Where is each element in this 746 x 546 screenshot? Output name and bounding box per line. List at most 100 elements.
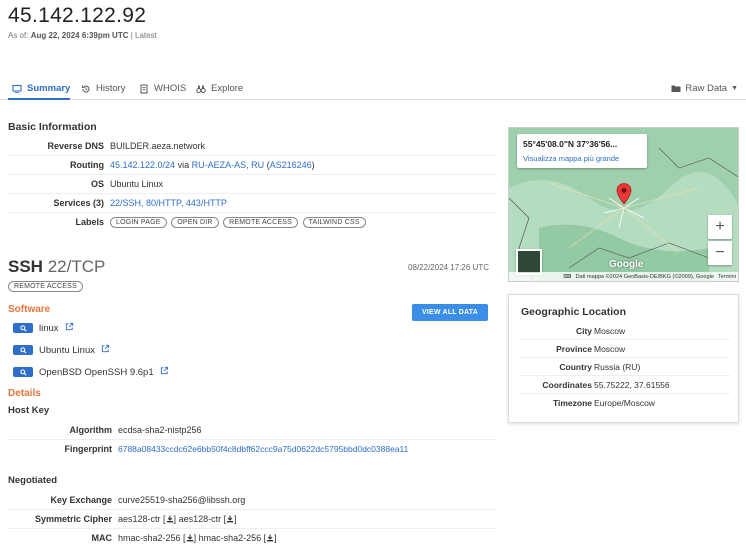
zoom-out-button[interactable]: − bbox=[708, 241, 732, 265]
symmetric-cipher-value: aes128-ctr [] aes128-ctr [] bbox=[118, 514, 237, 524]
view-all-data-button[interactable]: VIEW ALL DATA bbox=[412, 304, 488, 321]
larger-map-link[interactable]: Visualizza mappa più grande bbox=[523, 154, 619, 163]
ssh-service-port: 22/TCP bbox=[47, 257, 106, 276]
fingerprint-link[interactable]: 6788a08433ccdc62e6bb50f4c8dbff62ccc9a75d… bbox=[118, 444, 408, 454]
service-link-http-443[interactable]: 443/HTTP bbox=[186, 198, 227, 208]
binoculars-icon bbox=[196, 85, 206, 93]
tab-summary[interactable]: Summary bbox=[12, 83, 70, 94]
search-button[interactable] bbox=[13, 367, 33, 377]
raw-data-label: Raw Data bbox=[685, 83, 728, 94]
tab-history-label: History bbox=[96, 83, 126, 94]
labels-key: Labels bbox=[75, 217, 104, 227]
software-name: Ubuntu Linux bbox=[39, 344, 95, 356]
mac-value: hmac-sha2-256 [] hmac-sha2-256 [] bbox=[118, 533, 277, 543]
document-icon bbox=[140, 84, 148, 93]
external-link-icon[interactable] bbox=[101, 344, 110, 356]
map-terms-link[interactable]: Termini bbox=[718, 274, 736, 280]
tab-explore[interactable]: Explore bbox=[196, 83, 243, 94]
search-icon bbox=[19, 368, 27, 376]
os-value: Ubuntu Linux bbox=[110, 179, 164, 189]
geo-key: Country bbox=[559, 362, 592, 372]
ssh-tag-remote-access[interactable]: REMOTE ACCESS bbox=[8, 281, 83, 292]
service-link-ssh[interactable]: 22/SSH, bbox=[110, 198, 144, 208]
geo-row-timezone: Timezone Europe/Moscow bbox=[519, 394, 730, 412]
location-map[interactable]: 55°45'08.0"N 37°36'56... Visualizza mapp… bbox=[508, 127, 739, 282]
reverse-dns-value: BUILDER.aeza.network bbox=[110, 141, 206, 151]
ssh-tags: REMOTE ACCESS bbox=[8, 280, 85, 292]
geo-key: City bbox=[575, 326, 592, 336]
tab-bar: Summary History WHOIS Explore Raw Data ▼ bbox=[0, 80, 746, 100]
google-logo: Google bbox=[609, 259, 644, 270]
tab-whois[interactable]: WHOIS bbox=[139, 83, 186, 94]
raw-data-dropdown[interactable]: Raw Data ▼ bbox=[671, 83, 738, 94]
map-attribution-text: Dati mappa ©2024 GeoBasis-DE/BKG (©2009)… bbox=[575, 273, 714, 280]
routing-asn-link[interactable]: AS216246 bbox=[270, 160, 312, 170]
ssh-service-name: SSH bbox=[8, 257, 43, 276]
map-info-card: 55°45'08.0"N 37°36'56... Visualizza mapp… bbox=[517, 134, 647, 168]
geo-key: Timezone bbox=[552, 398, 592, 408]
geo-row-country: Country Russia (RU) bbox=[519, 358, 730, 376]
as-of-line: As of: Aug 22, 2024 6:39pm UTC | Latest bbox=[8, 31, 157, 40]
routing-prefix-link[interactable]: 45.142.122.0/24 bbox=[110, 160, 175, 170]
fingerprint-row: Fingerprint 6788a08433ccdc62e6bb50f4c8db… bbox=[8, 440, 496, 459]
label-tag[interactable]: LOGIN PAGE bbox=[110, 217, 167, 228]
geographic-location-card: Geographic Location City Moscow Province… bbox=[508, 294, 739, 423]
details-heading: Details bbox=[8, 388, 41, 399]
tab-history[interactable]: History bbox=[81, 83, 126, 94]
negotiated-heading: Negotiated bbox=[8, 475, 58, 486]
host-key-heading: Host Key bbox=[8, 405, 50, 416]
caret-down-icon: ▼ bbox=[731, 85, 738, 92]
geo-value: Moscow bbox=[594, 344, 626, 354]
mac-client: hmac-sha2-256 bbox=[118, 533, 181, 543]
label-tag[interactable]: TAILWIND CSS bbox=[302, 217, 366, 228]
software-name: OpenBSD OpenSSH 9.6p1 bbox=[39, 366, 154, 378]
geo-key: Province bbox=[556, 344, 592, 354]
external-link-icon[interactable] bbox=[65, 322, 74, 334]
labels-value: LOGIN PAGE OPEN DIR REMOTE ACCESS TAILWI… bbox=[110, 216, 368, 228]
download-icon[interactable] bbox=[186, 533, 194, 543]
map-pin-icon bbox=[616, 183, 632, 205]
os-key: OS bbox=[90, 179, 104, 189]
ssh-scan-date: 08/22/2024 17:26 UTC bbox=[408, 263, 489, 272]
ssh-service-title: SSH 22/TCP bbox=[8, 257, 105, 277]
key-exchange-row: Key Exchange curve25519-sha256@libssh.or… bbox=[8, 491, 496, 510]
label-tag[interactable]: OPEN DIR bbox=[171, 217, 219, 228]
reverse-dns-row: Reverse DNS BUILDER.aeza.network bbox=[8, 137, 496, 156]
as-of-label: As of: bbox=[8, 31, 29, 40]
geo-value: Europe/Moscow bbox=[594, 398, 655, 408]
reverse-dns-key: Reverse DNS bbox=[47, 141, 104, 151]
map-attribution: ⌨ Dati mappa ©2024 GeoBasis-DE/BKG (©200… bbox=[509, 272, 738, 281]
search-button[interactable] bbox=[13, 323, 33, 333]
geo-row-province: Province Moscow bbox=[519, 340, 730, 358]
download-icon[interactable] bbox=[166, 514, 174, 524]
services-key: Services (3) bbox=[53, 198, 104, 208]
mac-key: MAC bbox=[91, 533, 113, 543]
as-of-suffix: | Latest bbox=[130, 31, 157, 40]
service-link-http-80[interactable]: 80/HTTP, bbox=[146, 198, 183, 208]
geo-key: Coordinates bbox=[542, 380, 592, 390]
algorithm-key: Algorithm bbox=[69, 425, 113, 435]
cipher-server: aes128-ctr bbox=[178, 514, 222, 524]
search-icon bbox=[19, 346, 27, 354]
search-button[interactable] bbox=[13, 345, 33, 355]
geo-row-coordinates: Coordinates 55.75222, 37.61556 bbox=[519, 376, 730, 394]
key-exchange-value: curve25519-sha256@libssh.org bbox=[118, 495, 246, 505]
routing-org-link[interactable]: RU-AEZA-AS, RU bbox=[192, 160, 265, 170]
label-tag[interactable]: REMOTE ACCESS bbox=[223, 217, 299, 228]
mac-server: hmac-sha2-256 bbox=[198, 533, 262, 543]
zoom-in-button[interactable]: + bbox=[708, 215, 732, 239]
symmetric-cipher-row: Symmetric Cipher aes128-ctr [] aes128-ct… bbox=[8, 510, 496, 529]
routing-value: 45.142.122.0/24 via RU-AEZA-AS, RU (AS21… bbox=[110, 160, 315, 170]
search-icon bbox=[19, 324, 27, 332]
active-tab-indicator bbox=[8, 98, 70, 100]
keyboard-icon[interactable]: ⌨ bbox=[563, 274, 571, 280]
geo-title: Geographic Location bbox=[521, 306, 627, 318]
download-icon[interactable] bbox=[226, 514, 234, 524]
software-heading: Software bbox=[8, 304, 51, 315]
map-coordinates: 55°45'08.0"N 37°36'56... bbox=[523, 139, 618, 149]
geo-value: Moscow bbox=[594, 326, 626, 336]
download-icon[interactable] bbox=[266, 533, 274, 543]
external-link-icon[interactable] bbox=[160, 366, 169, 378]
tab-whois-label: WHOIS bbox=[154, 83, 187, 94]
monitor-icon bbox=[12, 84, 22, 93]
